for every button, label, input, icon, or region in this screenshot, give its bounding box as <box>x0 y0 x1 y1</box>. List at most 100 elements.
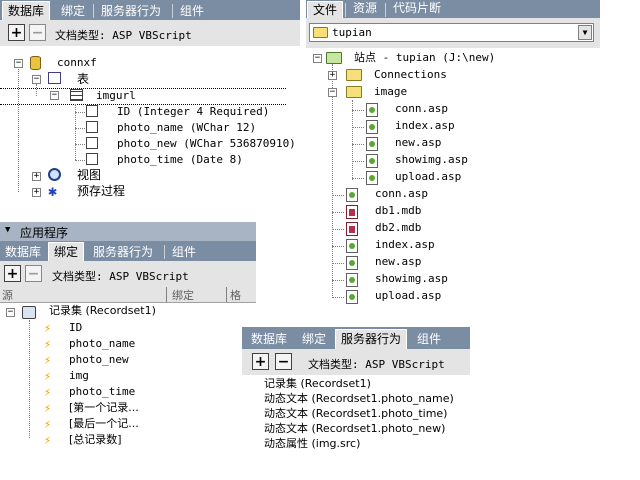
collapse-toggle[interactable]: − <box>14 59 23 68</box>
file-item[interactable]: showimg.asp <box>395 152 468 168</box>
file-item[interactable]: db2.mdb <box>375 220 421 236</box>
column-header-row: 源 绑定 格 <box>0 287 256 303</box>
binding-field[interactable]: img <box>69 368 89 384</box>
table-row-selected[interactable] <box>0 88 286 105</box>
binding-field[interactable]: [总记录数] <box>69 432 122 448</box>
tree-guide <box>332 229 344 230</box>
collapse-toggle[interactable]: − <box>6 308 15 317</box>
server-behavior-item[interactable]: 动态文本 (Recordset1.photo_time) <box>264 406 447 422</box>
site-root-label[interactable]: 站点 - tupian (J:\new) <box>354 50 495 66</box>
column-divider[interactable] <box>166 287 167 302</box>
database-panel-tabbar: 数据库 绑定 服务器行为 组件 <box>0 0 300 21</box>
add-button[interactable]: + <box>4 265 21 282</box>
binding-field[interactable]: [第一个记录... <box>69 400 139 416</box>
file-item[interactable]: showimg.asp <box>375 271 448 287</box>
site-select[interactable]: tupian ▼ <box>309 23 594 42</box>
remove-button[interactable]: − <box>25 265 42 282</box>
server-behavior-item[interactable]: 动态文本 (Recordset1.photo_new) <box>264 421 445 437</box>
file-item[interactable]: upload.asp <box>375 288 441 304</box>
tab-database[interactable]: 数据库 <box>2 1 51 21</box>
tab-server-behaviors[interactable]: 服务器行为 <box>96 2 166 20</box>
field-lightning-icon: ⚡ <box>44 385 52 399</box>
server-behavior-item[interactable]: 动态文本 (Recordset1.photo_name) <box>264 391 454 407</box>
column-item[interactable]: ID (Integer 4 Required) <box>117 104 269 120</box>
column-divider[interactable] <box>226 287 227 302</box>
chevron-down-icon[interactable]: ▼ <box>578 25 592 40</box>
collapse-toggle[interactable]: − <box>50 91 59 100</box>
tab-components[interactable]: 组件 <box>175 2 209 20</box>
file-item[interactable]: upload.asp <box>395 169 461 185</box>
tab-bindings[interactable]: 绑定 <box>297 330 331 348</box>
tab-components[interactable]: 组件 <box>412 330 446 348</box>
file-item[interactable]: index.asp <box>395 118 455 134</box>
column-item[interactable]: photo_name (WChar 12) <box>117 120 256 136</box>
column-item[interactable]: photo_new (WChar 536870910) <box>117 136 296 152</box>
field-lightning-icon: ⚡ <box>44 321 52 335</box>
table-name[interactable]: imgurl <box>96 88 136 104</box>
asp-file-icon <box>366 103 378 117</box>
expand-toggle[interactable]: + <box>32 172 41 181</box>
server-behavior-item[interactable]: 动态属性 (img.src) <box>264 436 360 452</box>
tree-guide <box>332 195 344 196</box>
column-icon <box>86 137 98 149</box>
tree-guide <box>29 320 30 438</box>
tab-assets[interactable]: 资源 <box>348 0 382 18</box>
tab-snippets[interactable]: 代码片断 <box>388 0 446 18</box>
folder-label[interactable]: Connections <box>374 67 447 83</box>
site-select-value: tupian <box>332 26 372 39</box>
stored-procedures-label[interactable]: 预存过程 <box>77 183 125 199</box>
database-icon <box>30 56 41 70</box>
tab-components[interactable]: 组件 <box>167 243 201 261</box>
folder-label[interactable]: image <box>374 84 407 100</box>
remove-button[interactable]: − <box>29 24 46 41</box>
expand-toggle[interactable]: + <box>328 71 337 80</box>
folder-icon <box>346 69 362 81</box>
document-type-label: 文档类型: ASP VBScript <box>55 29 192 42</box>
add-button[interactable]: + <box>8 24 25 41</box>
binding-field[interactable]: [最后一个记... <box>69 416 139 432</box>
file-item[interactable]: conn.asp <box>375 186 428 202</box>
remove-button[interactable]: − <box>275 353 292 370</box>
binding-field[interactable]: photo_new <box>69 352 129 368</box>
connection-label[interactable]: connxf <box>57 55 97 71</box>
column-header-binding[interactable]: 绑定 <box>172 287 194 303</box>
tab-database[interactable]: 数据库 <box>0 243 46 261</box>
collapse-toggle[interactable]: − <box>32 75 41 84</box>
field-lightning-icon: ⚡ <box>44 401 52 415</box>
database-toolbar: + − 文档类型: ASP VBScript <box>0 20 300 46</box>
column-header-format[interactable]: 格 <box>230 287 241 303</box>
add-button[interactable]: + <box>252 353 269 370</box>
field-lightning-icon: ⚡ <box>44 337 52 351</box>
file-item[interactable]: index.asp <box>375 237 435 253</box>
expand-toggle[interactable]: + <box>32 188 41 197</box>
mdb-file-icon <box>346 222 358 236</box>
file-item[interactable]: conn.asp <box>395 101 448 117</box>
column-item[interactable]: photo_time (Date 8) <box>117 152 243 168</box>
tab-bindings[interactable]: 绑定 <box>56 2 90 20</box>
recordset-icon <box>22 306 36 319</box>
collapse-toggle[interactable]: − <box>328 88 337 97</box>
server-behavior-item[interactable]: 记录集 (Recordset1) <box>264 376 371 392</box>
tree-guide <box>75 160 85 161</box>
tab-server-behaviors[interactable]: 服务器行为 <box>88 243 158 261</box>
tab-bindings[interactable]: 绑定 <box>48 242 85 262</box>
tab-server-behaviors[interactable]: 服务器行为 <box>335 329 408 350</box>
file-item[interactable]: new.asp <box>375 254 421 270</box>
tab-separator <box>172 4 173 18</box>
binding-field[interactable]: photo_name <box>69 336 135 352</box>
tables-label[interactable]: 表 <box>77 71 89 87</box>
file-item[interactable]: new.asp <box>395 135 441 151</box>
application-panel-header[interactable]: ▼ 应用程序 <box>0 222 256 241</box>
binding-field[interactable]: photo_time <box>69 384 135 400</box>
tree-guide <box>332 64 333 296</box>
collapse-toggle[interactable]: − <box>313 54 322 63</box>
column-header-source[interactable]: 源 <box>2 287 13 303</box>
database-panel: 数据库 绑定 服务器行为 组件 + − 文档类型: ASP VBScript −… <box>0 0 300 212</box>
tab-files[interactable]: 文件 <box>307 1 344 19</box>
file-item[interactable]: db1.mdb <box>375 203 421 219</box>
views-label[interactable]: 视图 <box>77 167 101 183</box>
recordset-label[interactable]: 记录集 (Recordset1) <box>49 303 156 319</box>
stored-procedures-icon: ✱ <box>48 182 58 200</box>
tab-database[interactable]: 数据库 <box>246 330 292 348</box>
binding-field[interactable]: ID <box>69 320 82 336</box>
